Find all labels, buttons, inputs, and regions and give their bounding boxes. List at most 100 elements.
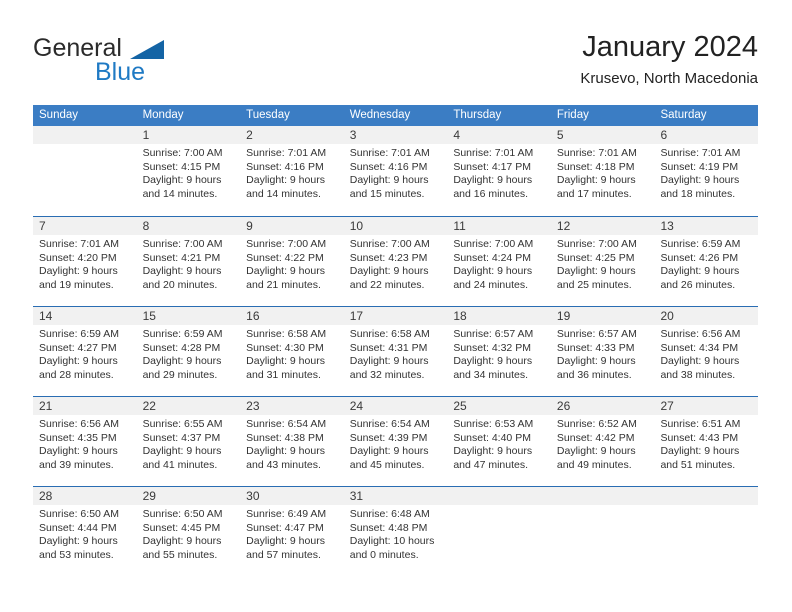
- day-cell[interactable]: 3 Sunrise: 7:01 AM Sunset: 4:16 PM Daylight…: [343, 126, 448, 216]
- day-info: Sunrise: 7:01 AM Sunset: 4:17 PM Daylight:…: [447, 144, 551, 201]
- day-cell[interactable]: 18 Sunrise: 6:57 AM Sunset: 4:32 PM Dayligh…: [447, 307, 551, 396]
- day-number-band: 15: [136, 307, 241, 325]
- title-block: January 2024 Krusevo, North Macedonia: [580, 28, 758, 90]
- day-cell[interactable]: 1 Sunrise: 7:00 AM Sunset: 4:15 PM Daylight…: [136, 126, 241, 216]
- day-number-band: [550, 487, 655, 505]
- day-number-band: 5: [550, 126, 655, 144]
- daylight-text-line2: and 45 minutes.: [349, 458, 425, 471]
- sunrise-text: Sunrise: 7:00 AM: [349, 238, 430, 250]
- day-cell[interactable]: 27 Sunrise: 6:51 AM Sunset: 4:43 PM Dayligh…: [654, 397, 759, 486]
- daylight-text-line2: and 21 minutes.: [246, 278, 321, 291]
- sunset-text: Sunset: 4:16 PM: [246, 160, 324, 173]
- day-cell[interactable]: 24 Sunrise: 6:54 AM Sunset: 4:39 PM Dayligh…: [343, 397, 448, 486]
- day-cell[interactable]: 19 Sunrise: 6:57 AM Sunset: 4:33 PM Dayligh…: [550, 307, 655, 396]
- daylight-text-line1: Daylight: 9 hours: [246, 355, 325, 367]
- day-number: 21: [39, 399, 53, 413]
- sunrise-text: Sunrise: 7:00 AM: [142, 147, 223, 159]
- day-number-band: [447, 487, 551, 505]
- day-info: Sunrise: 7:01 AM Sunset: 4:16 PM Daylight:…: [240, 144, 344, 201]
- day-cell[interactable]: 7 Sunrise: 7:01 AM Sunset: 4:20 PM Daylight…: [33, 217, 137, 306]
- day-cell[interactable]: 10 Sunrise: 7:00 AM Sunset: 4:23 PM Dayligh…: [343, 217, 448, 306]
- sunrise-text: Sunrise: 7:00 AM: [556, 238, 637, 250]
- day-number-band: 30: [240, 487, 344, 505]
- daylight-text-line2: and 14 minutes.: [246, 187, 321, 200]
- day-cell[interactable]: 29 Sunrise: 6:50 AM Sunset: 4:45 PM Dayligh…: [136, 487, 241, 576]
- day-number: 18: [453, 309, 467, 323]
- day-number-band: 18: [447, 307, 551, 325]
- day-info: Sunrise: 6:58 AM Sunset: 4:30 PM Daylight:…: [240, 325, 344, 382]
- daylight-text-line2: and 14 minutes.: [142, 187, 218, 200]
- day-info: Sunrise: 6:59 AM Sunset: 4:26 PM Daylight:…: [654, 235, 758, 292]
- sunset-text: Sunset: 4:17 PM: [453, 160, 531, 173]
- day-number: 3: [349, 128, 357, 142]
- day-cell[interactable]: 2 Sunrise: 7:01 AM Sunset: 4:16 PM Daylight…: [240, 126, 344, 216]
- day-cell[interactable]: 23 Sunrise: 6:54 AM Sunset: 4:38 PM Dayligh…: [240, 397, 344, 486]
- day-number-band: 12: [550, 217, 655, 235]
- day-cell[interactable]: 16 Sunrise: 6:58 AM Sunset: 4:30 PM Dayligh…: [240, 307, 344, 396]
- daylight-text-line1: Daylight: 9 hours: [142, 355, 222, 367]
- daylight-text-line1: Daylight: 9 hours: [142, 535, 222, 547]
- daylight-text-line2: and 55 minutes.: [142, 548, 218, 561]
- day-cell[interactable]: 30 Sunrise: 6:49 AM Sunset: 4:47 PM Dayligh…: [240, 487, 344, 576]
- sunset-text: Sunset: 4:20 PM: [39, 251, 117, 264]
- daylight-text-line1: Daylight: 9 hours: [349, 355, 429, 367]
- day-cell[interactable]: 20 Sunrise: 6:56 AM Sunset: 4:34 PM Dayligh…: [654, 307, 759, 396]
- day-number: 29: [142, 489, 156, 503]
- sunrise-text: Sunrise: 6:48 AM: [349, 508, 430, 520]
- daylight-text-line1: Daylight: 9 hours: [349, 265, 429, 277]
- day-number: 28: [39, 489, 53, 503]
- daylight-text-line1: Daylight: 9 hours: [246, 174, 325, 186]
- daylight-text-line1: Daylight: 9 hours: [556, 265, 636, 277]
- daylight-text-line1: Daylight: 9 hours: [349, 445, 429, 457]
- page-header: General Blue January 2024 Krusevo, North…: [33, 28, 758, 96]
- day-cell[interactable]: 4 Sunrise: 7:01 AM Sunset: 4:17 PM Daylight…: [447, 126, 551, 216]
- day-cell[interactable]: 21 Sunrise: 6:56 AM Sunset: 4:35 PM Dayligh…: [33, 397, 137, 486]
- daylight-text-line1: Daylight: 9 hours: [142, 265, 222, 277]
- day-number: 27: [660, 399, 674, 413]
- day-number-band: 14: [33, 307, 137, 325]
- day-cell[interactable]: 26 Sunrise: 6:52 AM Sunset: 4:42 PM Dayligh…: [550, 397, 655, 486]
- day-cell[interactable]: 15 Sunrise: 6:59 AM Sunset: 4:28 PM Dayligh…: [136, 307, 241, 396]
- day-number-band: [654, 487, 759, 505]
- daylight-text-line2: and 34 minutes.: [453, 368, 529, 381]
- day-cell[interactable]: 28 Sunrise: 6:50 AM Sunset: 4:44 PM Dayligh…: [33, 487, 137, 576]
- day-cell[interactable]: 12 Sunrise: 7:00 AM Sunset: 4:25 PM Dayligh…: [550, 217, 655, 306]
- day-cell[interactable]: 22 Sunrise: 6:55 AM Sunset: 4:37 PM Dayligh…: [136, 397, 241, 486]
- day-cell[interactable]: 6 Sunrise: 7:01 AM Sunset: 4:19 PM Daylight…: [654, 126, 759, 216]
- day-cell[interactable]: 9 Sunrise: 7:00 AM Sunset: 4:22 PM Daylight…: [240, 217, 344, 306]
- sunset-text: Sunset: 4:21 PM: [142, 251, 221, 264]
- sunset-text: Sunset: 4:33 PM: [556, 341, 635, 354]
- sunrise-text: Sunrise: 7:01 AM: [556, 147, 637, 159]
- day-cell[interactable]: 31 Sunrise: 6:48 AM Sunset: 4:48 PM Dayligh…: [343, 487, 448, 576]
- daylight-text-line2: and 41 minutes.: [142, 458, 218, 471]
- day-number-band: 3: [343, 126, 448, 144]
- daylight-text-line1: Daylight: 9 hours: [453, 174, 533, 186]
- week-row: 21 Sunrise: 6:56 AM Sunset: 4:35 PM Dayligh…: [33, 396, 759, 486]
- day-cell[interactable]: 14 Sunrise: 6:59 AM Sunset: 4:27 PM Dayligh…: [33, 307, 137, 396]
- weekday-header-friday: Friday: [556, 109, 589, 121]
- daylight-text-line2: and 24 minutes.: [453, 278, 529, 291]
- day-cell[interactable]: 13 Sunrise: 6:59 AM Sunset: 4:26 PM Dayligh…: [654, 217, 759, 306]
- day-cell[interactable]: 25 Sunrise: 6:53 AM Sunset: 4:40 PM Dayligh…: [447, 397, 551, 486]
- day-cell[interactable]: 8 Sunrise: 7:00 AM Sunset: 4:21 PM Daylight…: [136, 217, 241, 306]
- logo-text-blue: Blue: [95, 58, 146, 86]
- sunset-text: Sunset: 4:27 PM: [39, 341, 117, 354]
- sunset-text: Sunset: 4:44 PM: [39, 521, 117, 534]
- day-info: Sunrise: 7:01 AM Sunset: 4:16 PM Daylight:…: [344, 144, 448, 201]
- general-blue-logo: General Blue: [33, 34, 233, 90]
- day-number: 22: [142, 399, 156, 413]
- day-info: Sunrise: 6:57 AM Sunset: 4:33 PM Daylight:…: [551, 325, 655, 382]
- sunrise-text: Sunrise: 6:58 AM: [246, 328, 327, 340]
- week-row: 28 Sunrise: 6:50 AM Sunset: 4:44 PM Dayligh…: [33, 486, 759, 576]
- day-cell[interactable]: 17 Sunrise: 6:58 AM Sunset: 4:31 PM Dayligh…: [343, 307, 448, 396]
- day-cell[interactable]: 5 Sunrise: 7:01 AM Sunset: 4:18 PM Daylight…: [550, 126, 655, 216]
- day-info: Sunrise: 7:01 AM Sunset: 4:19 PM Daylight:…: [654, 144, 758, 201]
- day-number-band: 9: [240, 217, 344, 235]
- sunset-text: Sunset: 4:19 PM: [660, 160, 739, 173]
- day-number: 8: [142, 219, 150, 233]
- daylight-text-line1: Daylight: 9 hours: [142, 445, 222, 457]
- daylight-text-line2: and 29 minutes.: [142, 368, 218, 381]
- sunset-text: Sunset: 4:23 PM: [349, 251, 428, 264]
- day-cell[interactable]: 11 Sunrise: 7:00 AM Sunset: 4:24 PM Dayligh…: [447, 217, 551, 306]
- sunrise-text: Sunrise: 6:49 AM: [246, 508, 327, 520]
